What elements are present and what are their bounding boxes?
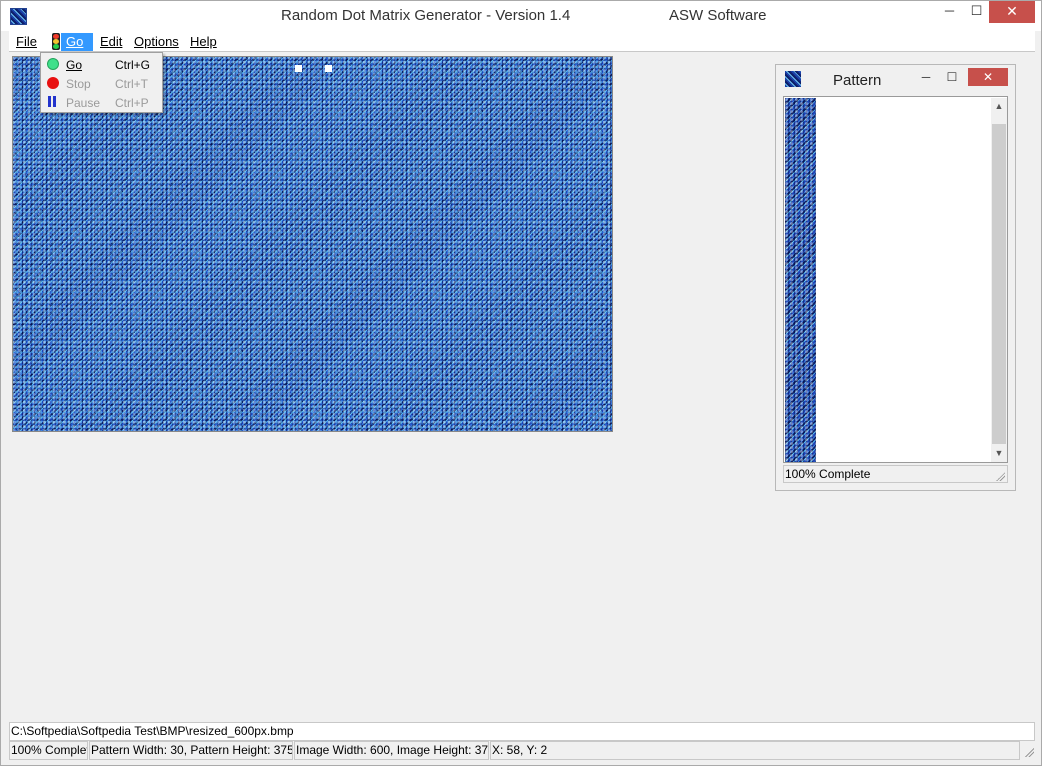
menu-help[interactable]: Help [185,33,222,51]
stop-label: Stop [66,77,91,91]
pattern-title-bar[interactable]: Pattern ─ ☐ ✕ [776,65,1015,95]
status-progress: 100% Complete [9,741,88,760]
stop-shortcut: Ctrl+T [115,77,148,91]
pattern-status-text: 100% Complete [785,467,871,481]
focus-dot-left [295,65,302,72]
menu-bar: File Go Edit Options Help [9,31,1035,52]
scroll-down-arrow-icon[interactable]: ▼ [991,445,1007,462]
pattern-window[interactable]: Pattern ─ ☐ ✕ ▲ ▼ 100% Complete [775,64,1016,491]
title-bar[interactable]: Random Dot Matrix Generator - Version 1.… [1,1,1041,31]
go-menu-item-go[interactable]: Go Ctrl+G [41,55,162,74]
menu-file-label: File [16,34,37,49]
pause-label: Pause [66,96,101,110]
resize-grip-icon[interactable] [995,471,1005,481]
traffic-light-graphic [52,33,60,50]
pattern-title: Pattern [833,72,882,89]
scroll-thumb[interactable] [992,124,1006,444]
file-path-bar: C:\Softpedia\Softpedia Test\BMP\resized_… [9,722,1035,741]
green-circle-icon [47,58,59,70]
status-bar: 100% Complete Pattern Width: 30, Pattern… [9,741,1035,760]
menu-file[interactable]: File [11,33,42,51]
publisher-name: ASW Software [669,7,767,24]
scroll-up-arrow-icon[interactable]: ▲ [991,98,1007,115]
resize-grip-icon[interactable] [1024,747,1034,757]
menu-go[interactable]: Go [61,33,93,51]
menu-options-label: Options [134,34,179,49]
pause-shortcut: Ctrl+P [115,96,149,110]
pattern-scrollbar[interactable]: ▲ ▼ [991,98,1007,462]
pattern-close-button[interactable]: ✕ [968,68,1008,86]
main-window: Random Dot Matrix Generator - Version 1.… [0,0,1042,766]
file-path: C:\Softpedia\Softpedia Test\BMP\resized_… [11,724,294,738]
red-circle-icon [47,77,59,89]
pattern-status: 100% Complete [783,465,1008,483]
go-shortcut: Ctrl+G [115,58,151,72]
status-pattern-size: Pattern Width: 30, Pattern Height: 375 [89,741,293,760]
menu-edit[interactable]: Edit [95,33,127,51]
pattern-view: ▲ ▼ [783,96,1008,463]
menu-go-label: Go [66,34,84,49]
pattern-strip-image [785,98,816,462]
focus-dot-right [325,65,332,72]
pause-icon [47,96,59,108]
minimize-button[interactable]: ─ [936,1,963,23]
pattern-window-icon[interactable] [785,71,801,87]
pattern-maximize-button[interactable]: ☐ [939,68,965,86]
menu-edit-label: Edit [100,34,123,49]
go-menu-item-stop[interactable]: Stop Ctrl+T [41,74,162,93]
app-icon[interactable] [10,8,27,25]
menu-help-label: Help [190,34,217,49]
traffic-light-icon[interactable] [49,32,60,50]
go-menu-dropdown: Go Ctrl+G Stop Ctrl+T Pause Ctrl+P [40,52,163,113]
pattern-minimize-button[interactable]: ─ [913,68,939,86]
go-menu-item-pause[interactable]: Pause Ctrl+P [41,93,162,112]
close-button[interactable]: ✕ [989,1,1035,23]
app-title: Random Dot Matrix Generator - Version 1.… [281,7,571,24]
status-image-size: Image Width: 600, Image Height: 375 [294,741,489,760]
go-label: Go [66,58,83,72]
status-coords: X: 58, Y: 2 [490,741,1020,760]
maximize-button[interactable]: ☐ [963,1,990,23]
menu-options[interactable]: Options [129,33,184,51]
